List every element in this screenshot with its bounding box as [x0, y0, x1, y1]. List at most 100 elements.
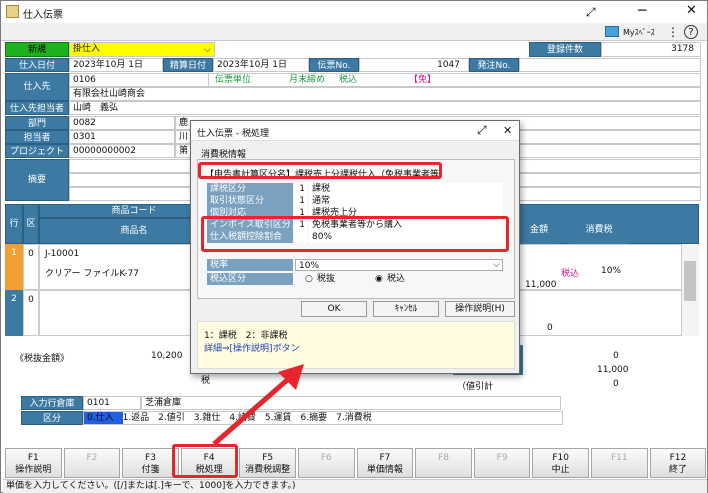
pretax-label: 《税抜金額》 [15, 354, 70, 364]
expand-icon[interactable]: ⤢ [477, 124, 487, 136]
row1-amount: 11,000 [525, 280, 557, 290]
close-icon[interactable]: ✕ [686, 4, 697, 17]
mode-badge: 新規 [5, 42, 69, 57]
window-title: 仕入伝票 [23, 10, 63, 21]
row1-name: クリアー ファイルK-77 [45, 269, 139, 279]
scroll-thumb[interactable] [684, 261, 696, 301]
col-tax: 消費税 [569, 218, 629, 244]
supplier-name: 有限会社山崎商会 [69, 87, 701, 101]
pretax-value: 10,200 [151, 351, 183, 361]
hint-line-1: 1：課税 2：非課税 [204, 331, 288, 341]
rate-select[interactable]: 10% [295, 259, 503, 271]
help-button[interactable]: 操作説明(H) [445, 301, 515, 317]
help-icon[interactable]: ? [684, 25, 698, 39]
fkey-f10[interactable]: F10 中止 [532, 448, 589, 478]
memo-label: 摘要 [5, 159, 69, 201]
fkey-f5[interactable]: F5 消費税調整 [239, 448, 296, 478]
col-amount: 金額 [519, 218, 559, 244]
warehouse-code[interactable]: 0101 [83, 396, 141, 410]
highlight-summary [198, 162, 442, 179]
slip-type-select[interactable]: 掛仕入 [69, 42, 215, 57]
row2-no[interactable]: 2 [5, 290, 23, 336]
fkey-f3[interactable]: F3 付箋 [122, 448, 179, 478]
row1-no[interactable]: 1 [5, 244, 23, 290]
hint-line-2: 詳細⇒[操作説明]ボタン [204, 344, 300, 354]
fkey-code: F2 [86, 453, 98, 463]
tax-row-code[interactable]: 1 [295, 195, 307, 207]
record-count-label: 登録件数 [529, 42, 601, 57]
toolbar: Myｽﾍﾟｰｽ ⋮ ? [1, 23, 707, 41]
radio-komi-label[interactable]: 税込 [387, 273, 405, 285]
radio-nuki-icon[interactable]: ○ [305, 273, 313, 285]
slip-no-field[interactable]: 1047 [359, 58, 469, 72]
radio-komi-icon[interactable]: ◉ [375, 273, 383, 285]
chevron-down-icon[interactable]: ⌵ [493, 259, 500, 271]
fkey-f9[interactable]: F9 [473, 448, 531, 478]
fkey-label: 消費税調整 [245, 465, 291, 475]
settle-date-field[interactable]: 2023年10月 1日 [213, 58, 309, 72]
settle-label: 精算日付 [163, 58, 213, 72]
tax-row-value: 通常 [309, 195, 503, 207]
tax-row-code[interactable]: 1 [295, 183, 307, 195]
fkey-code: F3 [145, 453, 156, 463]
fkey-label: 終了 [668, 465, 687, 475]
fkey-code: F8 [438, 453, 449, 463]
fkey-code: F5 [262, 453, 274, 463]
col-div: 区 [23, 204, 39, 244]
project-code-field[interactable]: 00000000002 [69, 144, 175, 158]
balance-label: （値引計 [457, 382, 494, 392]
tax-row[interactable]: 取引状態区分 1 通常 [207, 195, 503, 207]
kubun-items: 0.仕入 1.返品 2.値引 3.雑仕 4.諸費 5.運賃 6.摘要 7.消費税 [83, 411, 563, 425]
myspace-icon[interactable] [605, 26, 619, 37]
col-row: 行 [5, 204, 23, 244]
rate-row[interactable]: 税率 10% ⌵ [207, 259, 503, 271]
slip-no-label: 伝票No. [309, 58, 359, 72]
fkey-code: F7 [379, 453, 391, 463]
fkey-f7[interactable]: F7 単価情報 [356, 448, 414, 478]
tax-unit: 伝票単位 [215, 75, 252, 85]
myspace-label[interactable]: Myｽﾍﾟｰｽ [623, 27, 655, 38]
date-field[interactable]: 2023年10月 1日 [69, 58, 163, 72]
fkey-f6[interactable]: F6 [298, 448, 355, 478]
tax-in: 税込 [339, 75, 358, 85]
fkey-f12[interactable]: F12 終了 [649, 448, 707, 478]
fkey-label: 付箋 [141, 465, 160, 475]
chevron-down-icon[interactable]: ⌵ [204, 44, 211, 56]
row1-taxin: 税込 [561, 269, 580, 279]
minimize-icon[interactable]: ─ [638, 4, 646, 18]
fkey-code: F9 [496, 453, 508, 463]
ok-button[interactable]: OK [301, 301, 367, 317]
dept-code-field[interactable]: 0082 [69, 116, 175, 130]
tax-row[interactable]: 課税区分 1 課税 [207, 183, 503, 195]
radio-nuki-label[interactable]: 税抜 [317, 273, 335, 285]
arrow-icon [212, 364, 304, 446]
cutoff: 月末締め [289, 75, 326, 85]
row2-div[interactable]: 0 [23, 290, 39, 336]
fkey-f2[interactable]: F2 [63, 448, 121, 478]
supplier-label: 仕入先 [5, 73, 69, 101]
fkey-f11[interactable]: F11 [591, 448, 648, 478]
project-label: プロジェクト [5, 144, 69, 158]
fkey-f1[interactable]: F1 操作説明 [5, 448, 62, 478]
row1-div[interactable]: 0 [23, 244, 39, 290]
tax-kubun-row: 税込区分 ○ 税抜 ◉ 税込 [207, 273, 503, 285]
more-icon[interactable]: ⋮ [667, 26, 679, 38]
order-no-field[interactable] [519, 58, 701, 72]
close-icon[interactable]: ✕ [503, 125, 512, 137]
cancel-button[interactable]: ｷｬﾝｾﾙ [373, 301, 439, 317]
supplier-info: 伝票単位 月末締め 税込 【免】 [209, 73, 701, 87]
warehouse-label: 入力行倉庫 [21, 396, 83, 410]
person-field[interactable]: 山崎 義弘 [69, 101, 701, 115]
title-bar: 仕入伝票 ⤢ ─ ✕ [1, 1, 707, 23]
fkey-label: 中止 [551, 465, 570, 475]
total-v3: 0 [613, 379, 619, 389]
supplier-code-field[interactable]: 0106 [69, 73, 209, 87]
fkey-f8[interactable]: F8 [415, 448, 472, 478]
expand-icon[interactable]: ⤢ [586, 6, 596, 18]
staff-code-field[interactable]: 0301 [69, 130, 175, 144]
fkey-code: F6 [320, 453, 332, 463]
tax-row-value: 課税 [309, 183, 503, 195]
tax-row-label: 課税区分 [207, 183, 293, 195]
status-bar: 単価を入力してください。([/]または[.]キーで、1000]を入力できます。) [3, 479, 707, 493]
order-no-label: 発注No. [469, 58, 519, 72]
